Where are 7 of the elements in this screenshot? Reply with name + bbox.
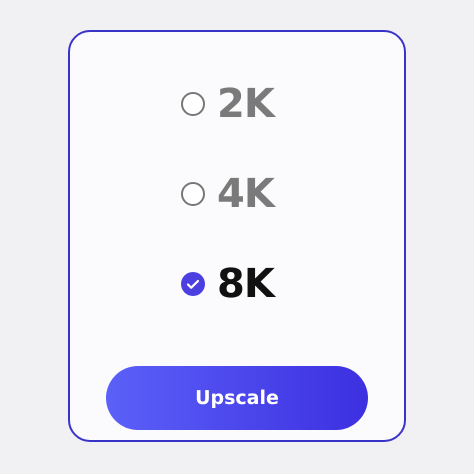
option-label: 2K: [217, 81, 274, 127]
radio-icon[interactable]: [181, 182, 205, 206]
upscale-button[interactable]: Upscale: [106, 366, 368, 430]
radio-icon[interactable]: [181, 92, 205, 116]
radio-checked-icon[interactable]: [181, 272, 205, 296]
option-label: 8K: [217, 261, 274, 307]
option-label: 4K: [217, 171, 274, 217]
